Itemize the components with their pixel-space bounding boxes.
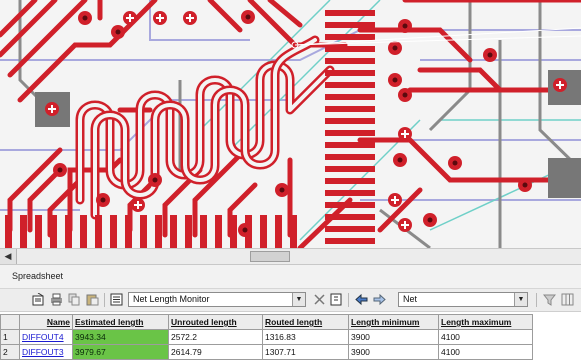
length-minimum-cell: 3900	[348, 344, 439, 360]
scroll-left-arrow-icon[interactable]: ◀	[0, 249, 17, 264]
net-name-link[interactable]: DIFFOUT3	[19, 344, 73, 360]
toolbar-separator	[348, 293, 349, 307]
spreadsheet-grid: Name Estimated length Unrouted length Ro…	[0, 314, 533, 360]
export-icon[interactable]	[330, 293, 343, 306]
spreadsheet-title: Spreadsheet	[12, 271, 64, 281]
monitor-select-value: Net Length Monitor	[133, 294, 210, 304]
length-maximum-cell: 4100	[438, 344, 533, 360]
properties-icon[interactable]	[32, 293, 45, 306]
gray-traces	[18, 0, 581, 248]
monitor-select[interactable]: Net Length Monitor ▼	[128, 292, 306, 307]
chevron-down-icon[interactable]: ▼	[514, 293, 527, 306]
unrouted-length-cell: 2572.2	[168, 329, 263, 345]
paste-icon[interactable]	[86, 293, 99, 306]
filter-select[interactable]: Net ▼	[398, 292, 528, 307]
scrollbar-thumb[interactable]	[250, 251, 290, 262]
table-row[interactable]: 1 DIFFOUT4 3943.34 2572.2 1316.83 3900 4…	[0, 329, 533, 345]
column-header-max[interactable]: Length maximum	[438, 314, 533, 330]
pcb-board-drawing	[0, 0, 581, 248]
corner-cell	[0, 314, 20, 330]
row-number: 2	[0, 344, 20, 360]
spreadsheet-toolbar: Net Length Monitor ▼ Net ▼	[0, 289, 581, 312]
unrouted-length-cell: 2614.79	[168, 344, 263, 360]
forward-arrow-icon[interactable]	[373, 293, 386, 306]
print-icon[interactable]	[50, 293, 63, 306]
delete-icon[interactable]	[313, 293, 326, 306]
toolbar-separator	[536, 293, 537, 307]
routed-length-cell: 1307.71	[262, 344, 349, 360]
row-number: 1	[0, 329, 20, 345]
spreadsheet-panel-header: Spreadsheet	[0, 265, 581, 289]
estimated-length-cell: 3979.67	[72, 344, 169, 360]
column-header-estimated[interactable]: Estimated length	[72, 314, 169, 330]
back-arrow-icon[interactable]	[355, 293, 368, 306]
horizontal-scrollbar[interactable]: ◀	[0, 248, 581, 265]
net-length-table: Name Estimated length Unrouted length Ro…	[0, 314, 570, 364]
filter-select-value: Net	[403, 294, 418, 304]
routed-length-cell: 1316.83	[262, 329, 349, 345]
columns-icon[interactable]	[561, 293, 574, 306]
table-header-row: Name Estimated length Unrouted length Ro…	[0, 314, 533, 330]
table-row[interactable]: 2 DIFFOUT3 3979.67 2614.79 1307.71 3900 …	[0, 344, 533, 360]
copy-icon[interactable]	[68, 293, 81, 306]
estimated-length-cell: 3943.34	[72, 329, 169, 345]
chevron-down-icon[interactable]: ▼	[292, 293, 305, 306]
monitor-icon[interactable]	[110, 293, 123, 306]
column-header-name[interactable]: Name	[19, 314, 73, 330]
red-traces	[0, 0, 581, 248]
net-name-link[interactable]: DIFFOUT4	[19, 329, 73, 345]
column-header-unrouted[interactable]: Unrouted length	[168, 314, 263, 330]
filter-icon[interactable]	[543, 293, 556, 306]
length-maximum-cell: 4100	[438, 329, 533, 345]
pcb-layout-canvas[interactable]	[0, 0, 581, 248]
toolbar-separator	[104, 293, 105, 307]
length-minimum-cell: 3900	[348, 329, 439, 345]
column-header-min[interactable]: Length minimum	[348, 314, 439, 330]
column-header-routed[interactable]: Routed length	[262, 314, 349, 330]
